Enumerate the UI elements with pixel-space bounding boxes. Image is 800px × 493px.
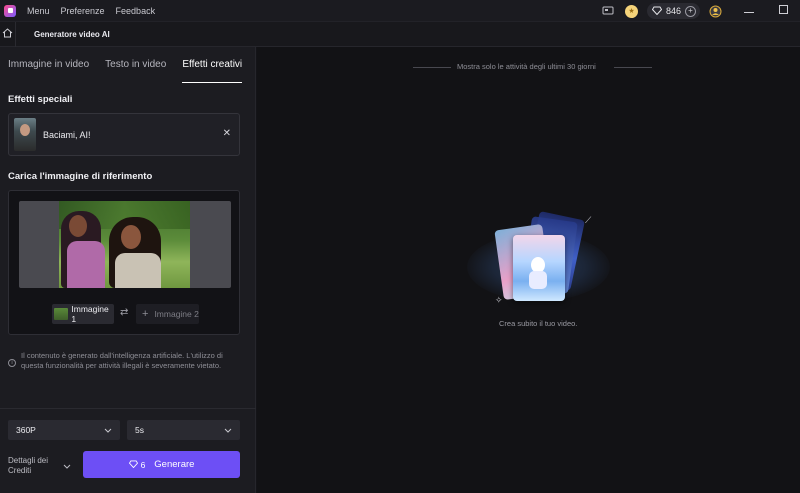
filter-divider-left (413, 67, 451, 68)
duration-select[interactable]: 5s (127, 420, 240, 440)
credits-badge[interactable]: 846 + (646, 3, 700, 19)
sparkle-icon: ✧ (495, 295, 503, 305)
image-2-tab[interactable]: + Immagine 2 (136, 304, 199, 324)
reference-image-upload[interactable]: Immagine 1 ⇄ + Immagine 2 (8, 190, 240, 335)
upload-section-title: Carica l'immagine di riferimento (8, 171, 153, 182)
tab-immagine-in-video[interactable]: Immagine in video (8, 59, 89, 83)
coin-icon[interactable]: ★ (624, 4, 638, 18)
credits-details-link[interactable]: Dettagli dei Crediti (8, 456, 58, 476)
maximize-button[interactable] (766, 0, 800, 22)
effect-thumbnail (14, 118, 36, 151)
left-panel: Immagine in video Testo in video Effetti… (0, 47, 256, 493)
divider (0, 408, 256, 409)
ai-notice-text: Il contenuto è generato dall'intelligenz… (21, 351, 223, 370)
home-icon (2, 28, 13, 40)
title-bar: Menu Preferenze Feedback ★ 846 + (0, 0, 800, 22)
menu-item-menu[interactable]: Menu (27, 6, 50, 16)
app-logo-icon (4, 4, 16, 17)
effects-section-title: Effetti speciali (8, 94, 73, 105)
generate-button[interactable]: 6 Generare (83, 451, 240, 478)
image-preview (19, 201, 231, 288)
menu-item-feedback[interactable]: Feedback (116, 6, 156, 16)
menu-item-preferenze[interactable]: Preferenze (61, 6, 105, 16)
gem-icon (651, 6, 663, 17)
duration-value: 5s (135, 425, 144, 435)
image-1-tab[interactable]: Immagine 1 (52, 304, 114, 324)
chevron-down-icon (224, 426, 232, 435)
close-icon[interactable]: ✕ (223, 128, 231, 139)
chevron-down-icon[interactable] (63, 462, 71, 471)
credits-count: 846 (665, 6, 681, 16)
image-1-thumbnail (54, 308, 69, 320)
user-badge-icon[interactable] (704, 0, 726, 22)
chevron-down-icon (104, 426, 112, 435)
minimize-button[interactable] (732, 0, 766, 22)
generate-cost-value: 6 (140, 459, 146, 470)
plus-icon: + (142, 308, 149, 320)
ai-notice: i Il contenuto è generato dall'intellige… (8, 351, 240, 371)
plus-icon[interactable]: + (685, 5, 696, 17)
history-panel: Mostra solo le attività degli ultimi 30 … (257, 47, 800, 493)
generate-label: Generare (154, 459, 195, 470)
reference-photo (59, 201, 190, 288)
title-bar-actions: ★ 846 + (597, 0, 800, 22)
minimize-icon (744, 5, 754, 17)
selected-effect-card[interactable]: Baciami, AI! ✕ (8, 113, 240, 156)
gem-icon (128, 459, 138, 470)
info-icon: i (8, 359, 16, 367)
resolution-select[interactable]: 360P (8, 420, 120, 440)
mode-tabs: Immagine in video Testo in video Effetti… (8, 59, 243, 83)
empty-state-illustration: ⟋ ✧ (467, 211, 613, 313)
generate-cost: 6 (128, 459, 146, 470)
sparkle-icon: ⟋ (585, 215, 592, 225)
home-button[interactable] (0, 21, 16, 47)
filter-divider-right (614, 67, 652, 68)
sub-header: Generatore video AI (0, 21, 800, 47)
resolution-value: 360P (16, 425, 36, 435)
image-1-label: Immagine 1 (71, 304, 109, 324)
tab-effetti-creativi[interactable]: Effetti creativi (182, 59, 243, 83)
image-2-label: Immagine 2 (154, 309, 199, 319)
effect-name: Baciami, AI! (43, 129, 91, 140)
tab-testo-in-video[interactable]: Testo in video (105, 59, 166, 83)
empty-state-caption: Crea subito il tuo video. (499, 319, 578, 328)
maximize-icon (778, 5, 788, 17)
recent-activity-filter[interactable]: Mostra solo le attività degli ultimi 30 … (457, 62, 596, 71)
swap-icon[interactable]: ⇄ (120, 307, 128, 318)
monitor-icon[interactable] (597, 0, 619, 22)
page-title: Generatore video AI (34, 29, 110, 39)
